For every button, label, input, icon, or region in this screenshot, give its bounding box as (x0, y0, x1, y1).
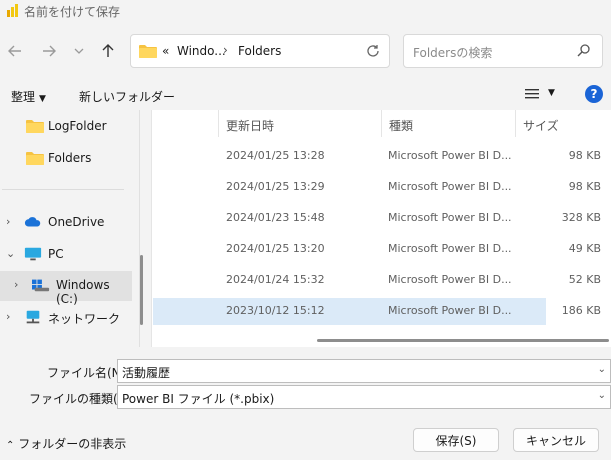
organize-label: 整理 (11, 90, 36, 104)
cell-date: 2023/10/12 15:12 (226, 304, 325, 317)
column-separator[interactable] (515, 110, 516, 137)
cell-date: 2024/01/25 13:28 (226, 149, 325, 162)
chevron-right-icon[interactable]: › (14, 278, 18, 291)
sidebar-item-folders[interactable]: Folders (0, 144, 132, 174)
cell-size: 98 KB (568, 180, 601, 193)
table-row[interactable]: 2024/01/23 15:48 Microsoft Power BI D...… (153, 205, 601, 232)
horizontal-scrollbar[interactable] (317, 339, 609, 342)
address-bar[interactable]: « Windo... › Folders (130, 34, 390, 68)
cell-type: Microsoft Power BI D... (388, 242, 512, 255)
filetype-select[interactable]: Power BI ファイル (*.pbix) ⌄ (117, 385, 611, 409)
save-button[interactable]: 保存(S) (413, 428, 499, 452)
column-header-date[interactable]: 更新日時 (226, 117, 274, 134)
cell-date: 2024/01/23 15:48 (226, 211, 325, 224)
sidebar-item-label: LogFolder (48, 119, 107, 133)
address-overflow[interactable]: « (162, 44, 169, 58)
sidebar-divider (2, 189, 124, 190)
table-row[interactable]: 2024/01/24 15:32 Microsoft Power BI D...… (153, 267, 601, 294)
cell-size: 52 KB (568, 273, 601, 286)
cell-date: 2024/01/24 15:32 (226, 273, 325, 286)
cell-type: Microsoft Power BI D... (388, 149, 512, 162)
sidebar-item-label: OneDrive (48, 215, 105, 229)
chevron-down-icon[interactable]: ⌄ (6, 247, 15, 260)
cell-size: 328 KB (561, 211, 601, 224)
column-header-size[interactable]: サイズ (523, 117, 559, 134)
up-button[interactable] (97, 40, 119, 62)
cell-type: Microsoft Power BI D... (388, 211, 512, 224)
table-row[interactable]: 2024/01/25 13:28 Microsoft Power BI D...… (153, 143, 601, 170)
hide-folders-button[interactable]: ⌃ フォルダーの非表示 (6, 435, 126, 452)
search-icon[interactable] (576, 43, 592, 59)
chevron-right-icon[interactable]: › (6, 215, 10, 228)
help-button[interactable]: ? (585, 85, 603, 103)
arrow-right-icon (43, 45, 56, 57)
drive-icon (32, 279, 50, 292)
table-row-selected[interactable]: 2023/10/12 15:12 Microsoft Power BI D...… (153, 298, 601, 325)
filename-input[interactable]: 活動履歴 ⌄ (117, 359, 611, 383)
chevron-right-icon[interactable]: › (6, 310, 10, 323)
arrow-left-icon (8, 45, 21, 57)
refresh-icon (367, 45, 379, 57)
sidebar-scrollbar[interactable] (140, 255, 143, 325)
organize-button[interactable]: 整理 ▼ (11, 88, 46, 105)
sidebar-item-network[interactable]: › ネットワーク (0, 303, 132, 333)
cloud-icon (24, 217, 41, 227)
folder-icon (139, 45, 157, 58)
sidebar-item-logfolder[interactable]: LogFolder (0, 112, 132, 142)
navigation-pane: LogFolder Folders › OneDrive ⌄ PC › Wind… (0, 110, 140, 347)
cancel-button[interactable]: キャンセル (513, 428, 599, 452)
hide-folders-label: フォルダーの非表示 (18, 437, 127, 451)
search-box[interactable]: Foldersの検索 (403, 34, 603, 68)
cell-date: 2024/01/25 13:20 (226, 242, 325, 255)
new-folder-button[interactable]: 新しいフォルダー (79, 88, 175, 105)
cell-type: Microsoft Power BI D... (388, 273, 512, 286)
folder-icon (26, 152, 44, 165)
search-placeholder[interactable]: Foldersの検索 (413, 44, 492, 61)
folder-icon (26, 120, 44, 133)
power-bi-icon (7, 4, 18, 17)
view-dropdown-icon[interactable]: ▼ (548, 88, 555, 98)
cell-size: 49 KB (568, 242, 601, 255)
table-row[interactable]: 2024/01/25 13:20 Microsoft Power BI D...… (153, 236, 601, 263)
breadcrumb-folders[interactable]: Folders (238, 44, 281, 58)
sidebar-item-windows-c[interactable]: › Windows (C:) (0, 271, 132, 306)
recent-locations-button[interactable] (68, 40, 90, 62)
filename-value[interactable]: 活動履歴 (122, 364, 170, 381)
sidebar-item-label: Folders (48, 151, 92, 165)
chevron-down-icon[interactable]: ⌄ (598, 390, 606, 401)
title-bar: 名前を付けて保存 (0, 0, 611, 22)
caret-down-icon: ▼ (39, 94, 46, 104)
chevron-down-icon (74, 48, 84, 54)
cell-type: Microsoft Power BI D... (388, 304, 512, 317)
arrow-up-icon (102, 44, 114, 57)
refresh-button[interactable] (363, 41, 383, 61)
computer-icon (24, 247, 42, 261)
view-options-icon[interactable] (523, 86, 541, 102)
forward-button[interactable] (38, 40, 60, 62)
window-title: 名前を付けて保存 (24, 5, 121, 19)
filetype-value[interactable]: Power BI ファイル (*.pbix) (122, 390, 274, 407)
sidebar-item-label: Windows (C:) (56, 278, 110, 306)
sidebar-item-onedrive[interactable]: › OneDrive (0, 208, 132, 238)
breadcrumb-separator[interactable]: › (223, 43, 228, 57)
cell-type: Microsoft Power BI D... (388, 180, 512, 193)
sidebar-item-pc[interactable]: ⌄ PC (0, 240, 132, 270)
cell-size: 186 KB (561, 304, 601, 317)
cell-size: 98 KB (568, 149, 601, 162)
cell-date: 2024/01/25 13:29 (226, 180, 325, 193)
network-icon (26, 310, 40, 324)
column-separator[interactable] (381, 110, 382, 137)
chevron-up-icon: ⌃ (6, 440, 15, 451)
breadcrumb-windows[interactable]: Windo... (177, 44, 226, 58)
chevron-down-icon[interactable]: ⌄ (598, 364, 606, 375)
sidebar-item-label: ネットワーク (48, 312, 121, 326)
column-separator[interactable] (218, 110, 219, 137)
table-row[interactable]: 2024/01/25 13:29 Microsoft Power BI D...… (153, 174, 601, 201)
sidebar-item-label: PC (48, 247, 64, 261)
back-button[interactable] (4, 40, 26, 62)
column-header-type[interactable]: 種類 (389, 117, 413, 134)
